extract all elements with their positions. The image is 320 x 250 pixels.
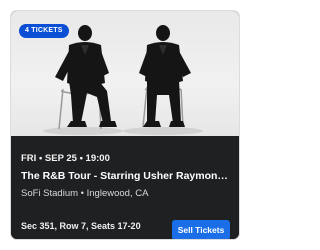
event-photo: 4 TICKETS — [11, 11, 239, 136]
event-info: FRI • SEP 25 • 19:00 The R&B Tour - Star… — [11, 136, 239, 239]
sell-tickets-button[interactable]: Sell Tickets — [172, 220, 230, 239]
event-title[interactable]: The R&B Tour - Starring Usher Raymond & … — [21, 170, 231, 182]
ticket-card[interactable]: 4 TICKETS FRI • SEP 25 • 19:00 The R&B T… — [11, 11, 239, 239]
event-venue: SoFi Stadium • Inglewood, CA — [21, 188, 149, 199]
event-date: FRI • SEP 25 • 19:00 — [21, 153, 110, 164]
ticket-count-badge: 4 TICKETS — [19, 24, 69, 38]
seat-details: Sec 351, Row 7, Seats 17-20 — [21, 221, 141, 231]
